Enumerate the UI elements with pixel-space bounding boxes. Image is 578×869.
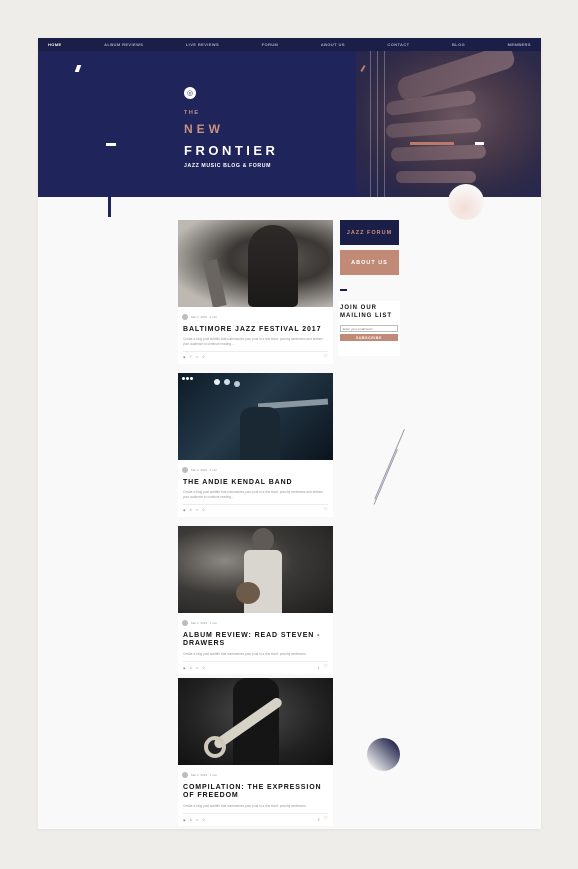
nav-item-home[interactable]: Home — [48, 42, 62, 47]
email-input[interactable] — [340, 325, 398, 332]
nav-item-album-reviews[interactable]: Album Reviews — [104, 42, 143, 47]
sidebar-divider — [340, 289, 347, 291]
post-image-saxophonist[interactable] — [178, 220, 333, 307]
hero-title: FRONTIER — [184, 143, 279, 158]
mailing-list-widget: JOIN OUR MAILING LIST SUBSCRIBE — [338, 301, 400, 356]
mailing-title: JOIN OUR MAILING LIST — [340, 305, 392, 319]
post-meta: Mar 2, 2019 · 1 min — [182, 314, 333, 320]
post-date: Mar 2, 2019 · 1 min — [191, 773, 218, 777]
hero-new: NEW — [184, 122, 224, 136]
about-us-button[interactable]: About Us — [340, 250, 399, 275]
view-count: 6 — [189, 817, 192, 822]
like-count: 1 — [317, 665, 320, 670]
hero-banner: ◎ THE NEW FRONTIER JAZZ MUSIC BLOG & FOR… — [38, 51, 541, 197]
post-date: Mar 2, 2019 · 1 min — [191, 621, 218, 625]
post-title[interactable]: THE ANDIE KENDAL BAND — [183, 479, 328, 487]
post-title[interactable]: COMPILATION: THE EXPRESSION OF FREEDOM — [183, 784, 328, 801]
comment-icon[interactable]: ▭ — [196, 818, 199, 822]
nav-item-forum[interactable]: Forum — [262, 42, 279, 47]
nav-item-contact[interactable]: Contact — [387, 42, 409, 47]
divider — [183, 350, 328, 352]
view-count: 7 — [189, 355, 192, 360]
post-stats: ◉ 4 ▭ 0 ♡ — [183, 507, 328, 513]
post-image-guitarist[interactable] — [178, 526, 333, 613]
comment-icon[interactable]: ▭ — [196, 508, 199, 512]
eye-icon: ◉ — [183, 817, 186, 822]
comment-count: 0 — [202, 817, 205, 822]
vinyl-icon: ◎ — [184, 87, 196, 99]
comment-count: 0 — [202, 355, 205, 360]
blog-post-card[interactable]: Mar 2, 2019 · 1 min COMPILATION: THE EXP… — [178, 678, 333, 827]
view-count: 4 — [189, 508, 192, 513]
post-meta: Mar 2, 2019 · 1 min — [182, 620, 333, 626]
comment-count: 0 — [202, 508, 205, 513]
decorative-circle — [367, 738, 400, 771]
hero-bass-player-photo — [356, 51, 541, 197]
top-nav: Home Album Reviews Live Reviews Forum Ab… — [38, 38, 541, 51]
post-meta: Mar 2, 2019 · 1 min — [182, 772, 333, 778]
eye-icon: ◉ — [183, 508, 186, 513]
post-stats: ◉ 7 ▭ 0 ♡ — [183, 354, 328, 360]
subscribe-button[interactable]: SUBSCRIBE — [340, 334, 398, 341]
heart-icon[interactable]: ♡ — [324, 817, 328, 822]
post-stats: ◉ 6 ▭ 0 2 ♡ — [183, 817, 328, 822]
hero-dash-right — [475, 142, 484, 145]
blog-post-card[interactable]: Mar 2, 2019 · 1 min BALTIMORE JAZZ FESTI… — [178, 220, 333, 364]
hero-decoration — [74, 65, 82, 72]
post-title[interactable]: ALBUM REVIEW: READ STEVEN - DRAWERS — [183, 632, 328, 649]
heart-icon[interactable]: ♡ — [324, 665, 328, 670]
avatar[interactable] — [182, 467, 188, 473]
comment-icon[interactable]: ▭ — [196, 666, 199, 670]
like-count: 2 — [317, 817, 320, 822]
divider — [183, 661, 328, 663]
divider — [183, 813, 328, 815]
decorative-line — [373, 449, 398, 505]
nav-item-blog[interactable]: Blog — [452, 42, 465, 47]
comment-icon[interactable]: ▭ — [196, 355, 199, 359]
hero-dash-left — [106, 143, 116, 146]
post-excerpt: Create a blog post subtitle that summari… — [183, 490, 323, 499]
jazz-forum-button[interactable]: Jazz Forum — [340, 220, 399, 245]
post-title[interactable]: BALTIMORE JAZZ FESTIVAL 2017 — [183, 326, 328, 334]
post-excerpt: Create a blog post subtitle that summari… — [183, 651, 307, 656]
page: Home Album Reviews Live Reviews Forum Ab… — [38, 38, 541, 829]
hero-dash-copper — [410, 142, 454, 145]
post-excerpt: Create a blog post subtitle that summari… — [183, 337, 323, 346]
comment-count: 0 — [202, 665, 205, 670]
divider — [183, 503, 328, 505]
view-count: 4 — [189, 665, 192, 670]
hero-the: THE — [184, 110, 200, 116]
heart-icon[interactable]: ♡ — [324, 354, 328, 360]
blog-post-card[interactable]: Mar 2, 2019 · 1 min ALBUM REVIEW: READ S… — [178, 526, 333, 675]
avatar[interactable] — [182, 772, 188, 778]
post-date: Mar 2, 2019 · 1 min — [191, 468, 218, 472]
blog-post-card[interactable]: Mar 2, 2019 · 1 min THE ANDIE KENDAL BAN… — [178, 373, 333, 517]
post-date: Mar 2, 2019 · 1 min — [191, 315, 218, 319]
nav-item-live-reviews[interactable]: Live Reviews — [186, 42, 219, 47]
avatar[interactable] — [182, 314, 188, 320]
eye-icon: ◉ — [183, 665, 186, 670]
eye-icon: ◉ — [183, 355, 186, 360]
heart-icon[interactable]: ♡ — [324, 507, 328, 513]
nav-item-about-us[interactable]: About Us — [321, 42, 345, 47]
post-meta: Mar 2, 2019 · 1 min — [182, 467, 333, 473]
post-excerpt: Create a blog post subtitle that summari… — [183, 803, 307, 808]
decorative-circle — [448, 184, 484, 220]
avatar[interactable] — [182, 620, 188, 626]
post-stats: ◉ 4 ▭ 0 1 ♡ — [183, 665, 328, 670]
post-image-saxophone-bw[interactable] — [178, 678, 333, 765]
hero-subtitle: JAZZ MUSIC BLOG & FORUM — [184, 163, 271, 169]
vertical-accent-bar — [108, 197, 111, 217]
post-image-trumpet-band[interactable] — [178, 373, 333, 460]
nav-item-members[interactable]: Members — [508, 42, 531, 47]
